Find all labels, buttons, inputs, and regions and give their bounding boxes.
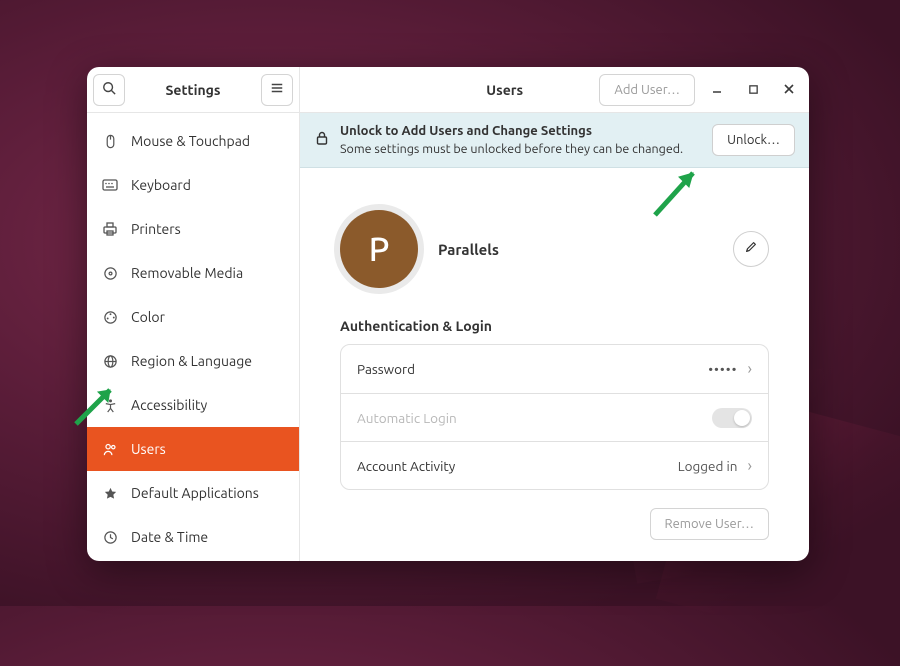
banner-subtitle: Some settings must be unlocked before th…	[340, 142, 683, 156]
password-row[interactable]: Password ••••• ›	[341, 345, 768, 393]
minimize-icon	[711, 81, 723, 99]
sidebar-item-label: Keyboard	[131, 177, 191, 193]
sidebar-item-label: Printers	[131, 221, 181, 237]
sidebar-item-region-language[interactable]: Region & Language	[87, 339, 299, 383]
unlock-button[interactable]: Unlock…	[712, 124, 795, 156]
titlebar-right: Users Add User…	[300, 67, 809, 112]
add-user-button[interactable]: Add User…	[599, 74, 695, 106]
settings-window: Settings Users Add User… Mous	[87, 67, 809, 561]
sidebar-item-label: Mouse & Touchpad	[131, 133, 250, 149]
sidebar-item-removable-media[interactable]: Removable Media	[87, 251, 299, 295]
sidebar-item-date-time[interactable]: Date & Time	[87, 515, 299, 559]
avatar[interactable]: P	[340, 210, 418, 288]
account-activity-row[interactable]: Account Activity Logged in ›	[341, 441, 768, 489]
content: Unlock to Add Users and Change Settings …	[300, 113, 809, 561]
printer-icon	[101, 220, 119, 238]
sidebar-item-printers[interactable]: Printers	[87, 207, 299, 251]
sidebar-item-label: Color	[131, 309, 165, 325]
banner-text: Unlock to Add Users and Change Settings …	[340, 123, 702, 157]
sidebar-item-label: Default Applications	[131, 485, 259, 501]
hamburger-icon	[270, 81, 284, 99]
window-body: Mouse & Touchpad Keyboard Printers Removabl…	[87, 113, 809, 561]
main-panel: P Parallels Authentication & Login Passw…	[300, 168, 809, 561]
color-icon	[101, 308, 119, 326]
password-label: Password	[357, 361, 708, 377]
hamburger-button[interactable]	[261, 74, 293, 106]
page-title: Users	[300, 82, 599, 98]
account-activity-label: Account Activity	[357, 458, 678, 474]
star-icon	[101, 484, 119, 502]
close-icon	[783, 81, 795, 99]
titlebar-left: Settings	[87, 67, 300, 112]
account-activity-value: Logged in	[678, 458, 738, 474]
maximize-icon	[748, 81, 759, 99]
remove-user-label: Remove User…	[665, 517, 755, 531]
unlock-label: Unlock…	[727, 133, 780, 147]
keyboard-icon	[101, 176, 119, 194]
chevron-right-icon: ›	[748, 360, 753, 378]
unlock-banner: Unlock to Add Users and Change Settings …	[300, 113, 809, 168]
profile-row: P Parallels	[340, 210, 769, 288]
auth-section-header: Authentication & Login	[340, 318, 769, 334]
sidebar-item-default-applications[interactable]: Default Applications	[87, 471, 299, 515]
edit-profile-button[interactable]	[733, 231, 769, 267]
minimize-button[interactable]	[703, 76, 731, 104]
disc-icon	[101, 264, 119, 282]
password-value: •••••	[708, 361, 737, 377]
globe-icon	[101, 352, 119, 370]
sidebar[interactable]: Mouse & Touchpad Keyboard Printers Removabl…	[87, 113, 300, 561]
auth-list: Password ••••• › Automatic Login Account…	[340, 344, 769, 490]
sidebar-item-accessibility[interactable]: Accessibility	[87, 383, 299, 427]
automatic-login-row: Automatic Login	[341, 393, 768, 441]
users-icon	[101, 440, 119, 458]
sidebar-item-color[interactable]: Color	[87, 295, 299, 339]
titlebar: Settings Users Add User…	[87, 67, 809, 113]
sidebar-item-mouse-touchpad[interactable]: Mouse & Touchpad	[87, 119, 299, 163]
close-button[interactable]	[775, 76, 803, 104]
automatic-login-toggle	[712, 408, 752, 428]
sidebar-item-users[interactable]: Users	[87, 427, 299, 471]
automatic-login-label: Automatic Login	[357, 410, 712, 426]
maximize-button[interactable]	[739, 76, 767, 104]
add-user-label: Add User…	[614, 83, 680, 97]
sidebar-item-about[interactable]: About	[87, 559, 299, 561]
sidebar-item-label: Users	[131, 441, 166, 457]
banner-title: Unlock to Add Users and Change Settings	[340, 124, 592, 138]
mouse-icon	[101, 132, 119, 150]
sidebar-item-label: Accessibility	[131, 397, 207, 413]
sidebar-title: Settings	[131, 82, 255, 98]
clock-icon	[101, 528, 119, 546]
pencil-icon	[744, 240, 758, 258]
sidebar-item-label: Date & Time	[131, 529, 208, 545]
search-icon	[102, 81, 116, 99]
search-button[interactable]	[93, 74, 125, 106]
sidebar-item-keyboard[interactable]: Keyboard	[87, 163, 299, 207]
remove-user-button[interactable]: Remove User…	[650, 508, 770, 540]
lock-icon	[314, 130, 330, 150]
chevron-right-icon: ›	[748, 457, 753, 475]
sidebar-item-label: Region & Language	[131, 353, 252, 369]
accessibility-icon	[101, 396, 119, 414]
profile-name: Parallels	[438, 241, 499, 258]
avatar-initial: P	[369, 230, 390, 268]
sidebar-item-label: Removable Media	[131, 265, 243, 281]
